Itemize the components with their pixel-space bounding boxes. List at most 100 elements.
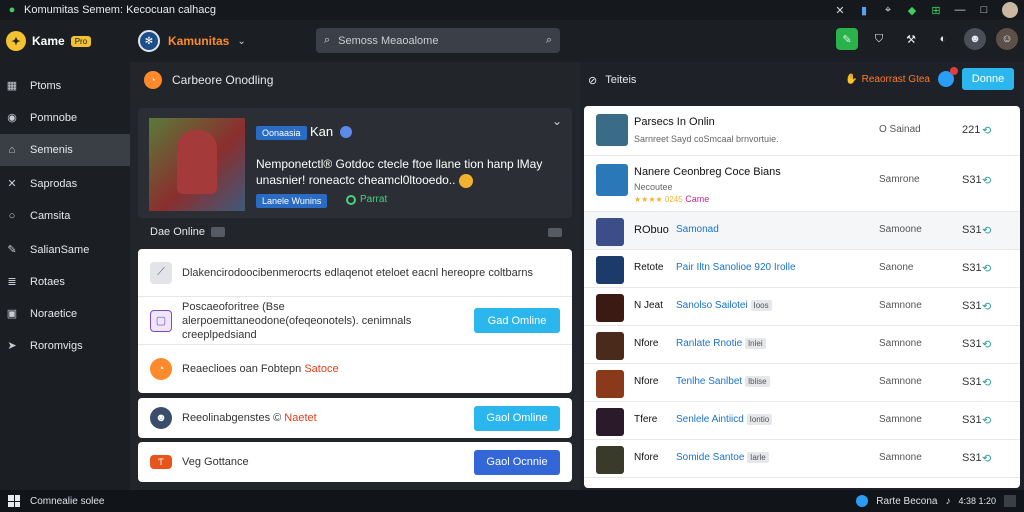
profile-icon[interactable]: ☻ — [964, 28, 986, 50]
right-panel: ⊘ Teiteis ✋ Reaorrast Gtea Donne Parsecs … — [580, 62, 1024, 490]
sidebar-item-label: Rotaes — [30, 276, 65, 288]
avatar[interactable] — [1002, 2, 1018, 18]
clock: 4:38 1:20 — [958, 496, 996, 506]
sidebar-item-label: Saprodas — [30, 178, 78, 190]
volume-icon[interactable]: ♪ — [945, 496, 950, 507]
get-online-button[interactable]: Gaol Ocnnie — [474, 449, 560, 475]
list-item[interactable]: Nfore Somide Santoe Iarle Samnone S31 ⟲ — [584, 440, 1020, 478]
taskbar-label[interactable]: Comnealie solee — [30, 496, 105, 507]
bag-icon[interactable]: ⛉ — [868, 28, 890, 50]
sidebar-item-6[interactable]: ≣ Rotaes — [0, 266, 130, 298]
slash-icon: ⟋ — [150, 261, 172, 284]
sidebar-item-5[interactable]: ✎ SalianSame — [0, 234, 130, 266]
sidebar-item-label: Roromvigs — [30, 340, 83, 352]
sidebar: ▦ Ptoms ◉ Pomnobe ⌂ Semenis ✕ Saprodas ○ Cams… — [0, 62, 130, 490]
pin-icon[interactable]: ⌖ — [882, 4, 894, 16]
sidebar-item-2[interactable]: ⌂ Semenis — [0, 134, 130, 166]
link-icon[interactable]: ⟲ — [982, 124, 991, 137]
sidebar-item-8[interactable]: ➤ Roromvigs — [0, 330, 130, 362]
sidebar-item-7[interactable]: ▣ Noraetice — [0, 298, 130, 330]
thumbnail — [596, 408, 624, 436]
list-item[interactable]: Tfere Senlele Aintiicd Iontio Samnone S3… — [584, 402, 1020, 440]
close-x-icon[interactable]: ✕ — [834, 4, 846, 17]
list-item[interactable]: Nfore Ranlate Rnotie Inlei Samnone S31 ⟲ — [584, 326, 1020, 364]
circle-icon: ○ — [8, 210, 16, 222]
thumbnail — [596, 114, 628, 146]
feature-card[interactable]: Oonaasia Kan Nemponetctl® Gotdoc ctecle … — [138, 108, 572, 218]
link-icon[interactable]: ⟲ — [982, 452, 991, 465]
notification-icon[interactable] — [938, 67, 958, 87]
minimize-icon[interactable]: — — [954, 4, 966, 16]
list-item[interactable]: Nanere Ceonbreg Coce Bians Necoutee ★★★★… — [584, 156, 1020, 212]
user-row-card: ☻ Reeolinabgenstes © Naetet Gaol Omline — [138, 398, 572, 438]
search-input[interactable] — [338, 34, 538, 47]
item-status: Samnone — [879, 300, 922, 311]
done-button[interactable]: Donne — [962, 68, 1014, 90]
collapse-icon[interactable]: ⌄ — [552, 114, 562, 128]
item-subtitle: Necoutee — [634, 182, 673, 192]
chevron-down-icon[interactable]: ⌄ — [237, 36, 245, 47]
list-item[interactable]: Retote Pair Iltn Sanolioe 920 Irolle San… — [584, 250, 1020, 288]
list-item[interactable]: ▢ Poscaeoforitree (Bse alerpoemittaneodo… — [138, 297, 572, 345]
windows-start-icon[interactable] — [8, 495, 20, 507]
online-dot-icon — [346, 194, 356, 205]
thumbnail — [596, 446, 624, 474]
maximize-icon[interactable]: □ — [978, 4, 990, 16]
section-title: Carbeore Onodling — [172, 73, 274, 87]
list-item[interactable]: ⟋ Dlakencirodoocibenmerocrts edlaqenot e… — [138, 249, 572, 297]
item-count: 221 — [962, 124, 981, 136]
search-icon[interactable]: ⌕ — [546, 34, 552, 47]
puzzle-icon[interactable]: ⊞ — [930, 4, 942, 17]
link-icon[interactable]: ⟲ — [982, 376, 991, 389]
user-avatar[interactable]: ☺ — [996, 28, 1018, 50]
sidebar-item-4[interactable]: ○ Camsita — [0, 200, 130, 232]
chart-icon[interactable]: ▮ — [858, 4, 870, 17]
brand-name: Kame — [32, 34, 65, 48]
item-rating: ★★★★ 0245 Came — [634, 194, 710, 204]
subheader-toggle-icon[interactable] — [548, 228, 562, 237]
sidebar-item-0[interactable]: ▦ Ptoms — [0, 70, 130, 102]
item-status: Samnone — [879, 376, 922, 387]
thumbnail — [596, 332, 624, 360]
get-online-button[interactable]: Gad Omline — [474, 308, 560, 333]
link-icon[interactable]: ⟲ — [982, 174, 991, 187]
list-item[interactable]: Ƭ Veg Gottance Gaol Ocnnie — [138, 442, 572, 482]
edit-icon: ✎ — [7, 244, 17, 256]
link-icon[interactable]: ⟲ — [982, 224, 991, 237]
verified-icon — [340, 126, 352, 138]
network-icon[interactable] — [856, 495, 869, 507]
sidebar-item-1[interactable]: ◉ Pomnobe — [0, 102, 130, 134]
send-icon: ➤ — [7, 340, 17, 352]
list-item[interactable]: RObuo Samonad Samoone S31 ⟲ — [584, 212, 1020, 250]
shield-icon[interactable]: ◆ — [906, 4, 918, 17]
list-item-text: Reaeclioes oan Fobtepn Satoce — [182, 363, 339, 375]
moon-icon[interactable]: ◐ — [932, 28, 954, 50]
link-icon[interactable]: ⟲ — [982, 414, 991, 427]
list-item[interactable]: ◔ Reaeclioes oan Fobtepn Satoce — [138, 345, 572, 393]
feature-name: Kan — [310, 124, 334, 139]
sidebar-item-3[interactable]: ✕ Saprodas — [0, 168, 130, 200]
item-title: Nfore — [634, 338, 659, 349]
notifications-icon[interactable] — [1004, 495, 1016, 507]
link-icon[interactable]: ⟲ — [982, 300, 991, 313]
section-icon: ◔ — [144, 71, 162, 89]
green-action-icon[interactable]: ✎ — [836, 28, 858, 50]
list-item[interactable]: Parsecs In Onlin Sarnreet Sayd coSmcaal … — [584, 106, 1020, 156]
link-icon[interactable]: ⟲ — [982, 338, 991, 351]
taskbar: Comnealie solee Rarte Becona ♪ 4:38 1:20 — [0, 490, 1024, 512]
community-switcher[interactable]: ✻ Kamunitas ⌄ — [138, 30, 246, 52]
link-icon[interactable]: ⟲ — [982, 262, 991, 275]
list-item[interactable]: ☻ Reeolinabgenstes © Naetet Gaol Omline — [138, 398, 572, 438]
list-item[interactable]: Nfore Tenlhe Sanlbet Iblise Samnone S31 … — [584, 364, 1020, 402]
sidebar-item-label: Semenis — [30, 144, 73, 156]
search-bar[interactable]: ⌕ ⌕ — [316, 28, 560, 53]
report-link[interactable]: ✋ Reaorrast Gtea — [845, 74, 930, 85]
tools-icon[interactable]: ⚒ — [900, 28, 922, 50]
panel-header: ⊘ Teiteis ✋ Reaorrast Gtea Donne — [580, 62, 1024, 98]
get-online-button[interactable]: Gaol Omline — [474, 405, 560, 431]
cross-icon: ✕ — [7, 178, 17, 190]
folder-icon: ▣ — [6, 308, 18, 320]
list-item[interactable]: N Jeat Sanolso Sailotei Ioos Samnone S31… — [584, 288, 1020, 326]
item-status: Sanone — [879, 262, 914, 273]
hero-image — [149, 118, 245, 211]
